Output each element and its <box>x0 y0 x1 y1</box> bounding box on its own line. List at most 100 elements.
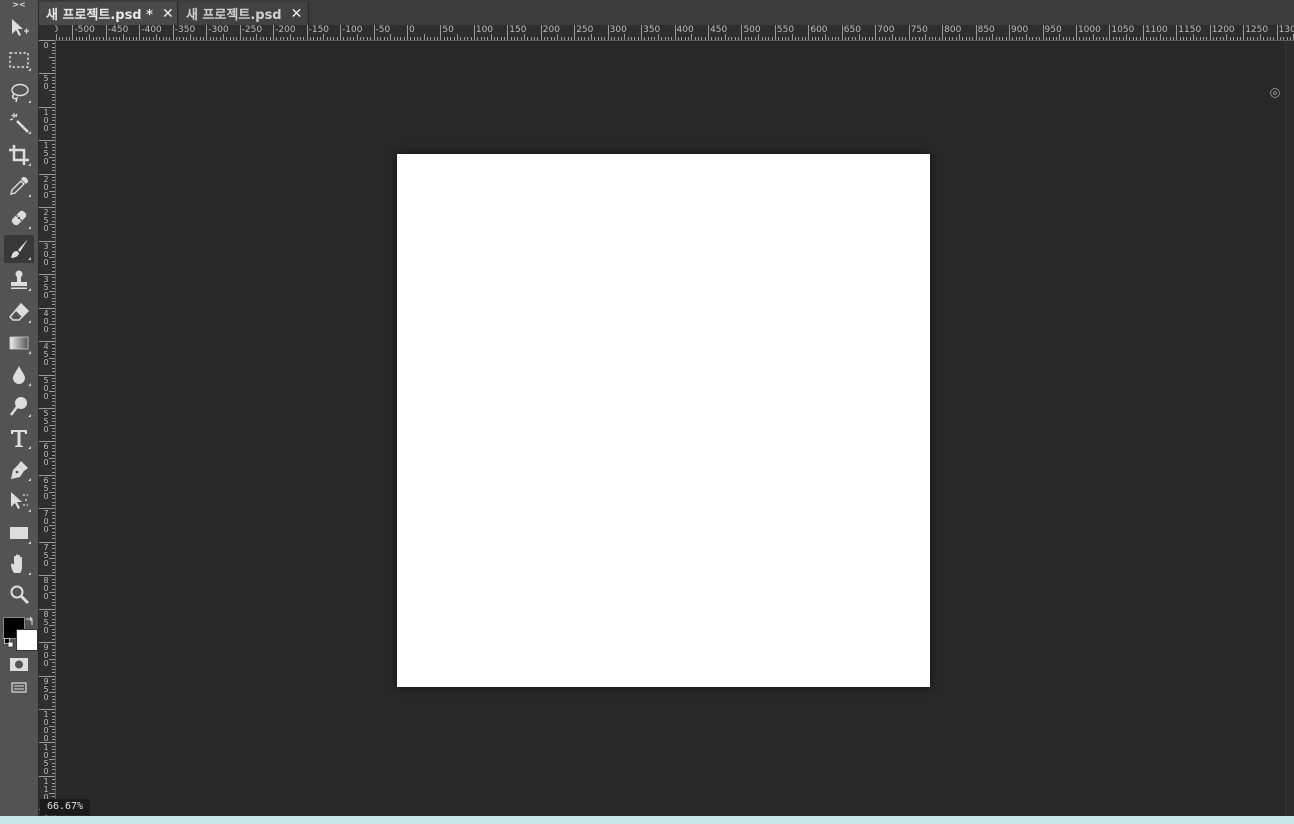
ruler-minor-tick <box>52 177 55 179</box>
ruler-minor-tick <box>52 150 55 152</box>
zoom-tool[interactable] <box>4 581 34 609</box>
ruler-minor-tick <box>52 53 55 55</box>
ruler-minor-tick <box>346 37 348 40</box>
ruler-minor-tick <box>878 37 880 40</box>
ruler-minor-tick <box>420 37 422 40</box>
swap-colors-icon[interactable] <box>25 616 35 626</box>
ruler-minor-tick <box>49 257 55 259</box>
ruler-minor-tick <box>52 367 55 369</box>
tab-document-1[interactable]: 새 프로젝트.psd * ✕ <box>39 2 178 25</box>
ruler-major-tick <box>239 25 241 40</box>
pen-tool[interactable] <box>4 456 34 484</box>
screen-mode-icon <box>11 682 27 693</box>
ruler-minor-tick <box>52 147 55 149</box>
dodge-tool[interactable] <box>4 392 34 420</box>
zoom-level-indicator[interactable]: 66.67% <box>40 799 90 815</box>
ruler-minor-tick <box>52 448 55 450</box>
ruler-minor-tick <box>52 481 55 483</box>
ruler-minor-tick <box>627 37 629 40</box>
path-selection-tool[interactable] <box>4 487 34 515</box>
toolbar-collapse-button[interactable]: >< <box>0 0 38 10</box>
ruler-minor-tick <box>189 34 191 40</box>
ruler-minor-tick <box>52 551 55 553</box>
marquee-tool[interactable] <box>4 46 34 74</box>
ruler-minor-tick <box>276 37 278 40</box>
magic-wand-tool[interactable] <box>4 109 34 137</box>
ruler-minor-tick <box>631 37 633 40</box>
ruler-minor-tick <box>52 86 55 88</box>
ruler-minor-tick <box>112 37 114 40</box>
ruler-minor-tick <box>714 37 716 40</box>
eyedropper-tool[interactable] <box>4 172 34 200</box>
panel-toggle-icon[interactable] <box>1270 88 1280 98</box>
stamp-tool[interactable] <box>4 266 34 294</box>
ruler-minor-tick <box>52 50 55 52</box>
ruler-minor-tick <box>778 37 780 40</box>
eraser-tool[interactable] <box>4 298 34 326</box>
ruler-minor-tick <box>52 705 55 707</box>
ruler-minor-tick <box>52 635 55 637</box>
ruler-minor-tick <box>898 37 900 40</box>
ruler-minor-tick <box>1136 37 1138 40</box>
ruler-minor-tick <box>52 528 55 530</box>
ruler-minor-tick <box>1085 37 1087 40</box>
ruler-minor-tick <box>1059 34 1061 40</box>
ruler-minor-tick <box>457 34 459 40</box>
shape-tool[interactable] <box>4 519 34 547</box>
ruler-minor-tick <box>52 732 55 734</box>
ruler-major-tick <box>942 25 944 40</box>
ruler-minor-tick <box>1019 37 1021 40</box>
ruler-minor-tick <box>52 428 55 430</box>
ruler-minor-tick <box>52 595 55 597</box>
horizontal-ruler[interactable]: 550-500-450-400-350-300-250-200-150-100-… <box>39 25 1294 41</box>
ruler-minor-tick <box>1159 34 1161 40</box>
ruler-minor-tick <box>1162 37 1164 40</box>
ruler-minor-tick <box>52 772 55 774</box>
ruler-minor-tick <box>433 37 435 40</box>
ruler-minor-tick <box>52 203 55 205</box>
move-tool[interactable] <box>4 14 34 42</box>
background-color-swatch[interactable] <box>16 629 38 651</box>
ruler-minor-tick <box>958 34 960 40</box>
document-tab-bar: 새 프로젝트.psd * ✕ 새 프로젝트.psd ✕ <box>39 0 1294 25</box>
ruler-minor-tick <box>52 645 55 647</box>
ruler-minor-tick <box>52 417 55 419</box>
ruler-minor-tick <box>805 37 806 40</box>
healing-tool[interactable] <box>4 204 34 232</box>
default-colors-icon[interactable] <box>4 638 14 648</box>
blur-tool[interactable] <box>4 361 34 389</box>
ruler-major-tick <box>1109 25 1111 40</box>
ruler-minor-tick <box>52 100 55 102</box>
brush-tool[interactable] <box>4 235 34 263</box>
vertical-ruler[interactable]: 0 50 100 150 200 250 300 350 400 450 500 550 600 650 7… <box>39 40 56 816</box>
ruler-minor-tick <box>132 37 134 40</box>
ruler-minor-tick <box>677 37 679 40</box>
ruler-minor-tick <box>1092 34 1094 40</box>
ruler-minor-tick <box>1263 37 1265 40</box>
ruler-minor-tick <box>1199 37 1201 40</box>
ruler-minor-tick <box>524 34 526 40</box>
eyedropper-icon <box>10 176 29 195</box>
ruler-minor-tick <box>1015 37 1017 40</box>
ruler-minor-tick <box>1283 37 1285 40</box>
close-icon[interactable]: ✕ <box>162 6 174 22</box>
hand-tool[interactable] <box>4 550 34 578</box>
ruler-minor-tick <box>988 37 990 40</box>
ruler-origin-corner[interactable] <box>39 25 55 40</box>
type-tool[interactable] <box>4 424 34 452</box>
ruler-minor-tick <box>102 37 104 40</box>
tab-document-2[interactable]: 새 프로젝트.psd ✕ <box>179 2 309 25</box>
ruler-minor-tick <box>52 695 55 697</box>
screen-mode-button[interactable] <box>4 677 34 699</box>
quick-mask-button[interactable] <box>4 652 34 676</box>
ruler-minor-tick <box>1290 37 1292 40</box>
ruler-minor-tick <box>75 37 77 40</box>
gradient-tool[interactable] <box>4 329 34 357</box>
document-canvas[interactable] <box>397 154 930 687</box>
crop-tool[interactable] <box>4 141 34 169</box>
ruler-minor-tick <box>52 377 55 379</box>
close-icon[interactable]: ✕ <box>291 6 303 22</box>
lasso-tool[interactable] <box>4 78 34 106</box>
ruler-minor-tick <box>764 37 766 40</box>
ruler-minor-tick <box>303 37 305 40</box>
